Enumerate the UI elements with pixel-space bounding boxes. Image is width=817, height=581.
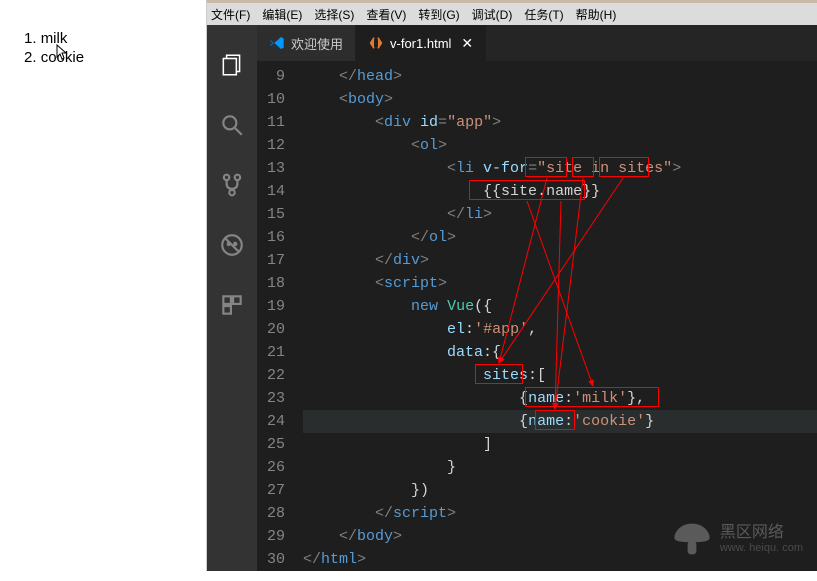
browser-output-panel: milk cookie — [0, 0, 207, 571]
code-content: </head> <body> <div id="app"> <ol> <li v… — [303, 61, 817, 571]
line-number: 20 — [257, 318, 285, 341]
debug-icon[interactable] — [218, 231, 246, 259]
html-file-icon — [368, 35, 384, 51]
line-number: 18 — [257, 272, 285, 295]
tab-label: 欢迎使用 — [291, 34, 343, 53]
line-number: 14 — [257, 180, 285, 203]
explorer-icon[interactable] — [218, 51, 246, 79]
line-number: 11 — [257, 111, 285, 134]
line-number: 15 — [257, 203, 285, 226]
line-number: 16 — [257, 226, 285, 249]
output-list: milk cookie — [16, 30, 190, 66]
menu-task[interactable]: 任务(T) — [524, 6, 563, 23]
line-number: 29 — [257, 525, 285, 548]
watermark-text: 黑区网络 — [720, 524, 803, 542]
line-number: 30 — [257, 548, 285, 571]
tab-welcome[interactable]: 欢迎使用 — [257, 25, 356, 61]
line-number: 28 — [257, 502, 285, 525]
line-gutter: 9 10 11 12 13 14 15 16 17 18 19 20 21 22… — [257, 61, 303, 571]
line-number: 27 — [257, 479, 285, 502]
activity-bar — [207, 25, 257, 571]
menu-debug[interactable]: 调试(D) — [472, 6, 513, 23]
line-number: 19 — [257, 295, 285, 318]
extensions-icon[interactable] — [218, 291, 246, 319]
close-icon[interactable]: ✕ — [461, 35, 473, 52]
vscode-logo-icon — [269, 35, 285, 51]
editor-tabs: 欢迎使用 v-for1.html ✕ — [257, 25, 817, 61]
code-editor[interactable]: 9 10 11 12 13 14 15 16 17 18 19 20 21 22… — [257, 61, 817, 571]
line-number: 17 — [257, 249, 285, 272]
line-number: 23 — [257, 387, 285, 410]
source-control-icon[interactable] — [218, 171, 246, 199]
line-number: 24 — [257, 410, 285, 433]
line-number: 26 — [257, 456, 285, 479]
menu-select[interactable]: 选择(S) — [314, 6, 354, 23]
line-number: 9 — [257, 65, 285, 88]
mushroom-icon — [670, 517, 714, 561]
line-number: 21 — [257, 341, 285, 364]
tab-label: v-for1.html — [390, 36, 451, 51]
list-item: milk — [24, 30, 190, 47]
watermark: 黑区网络 www. heiqu. com — [670, 517, 803, 561]
search-icon[interactable] — [218, 111, 246, 139]
list-item: cookie — [24, 49, 190, 66]
menu-bar: 文件(F) 编辑(E) 选择(S) 查看(V) 转到(G) 调试(D) 任务(T… — [207, 3, 817, 25]
mouse-cursor-icon — [56, 44, 70, 62]
menu-help[interactable]: 帮助(H) — [576, 6, 617, 23]
line-number: 22 — [257, 364, 285, 387]
menu-edit[interactable]: 编辑(E) — [262, 6, 302, 23]
vscode-window: 文件(F) 编辑(E) 选择(S) 查看(V) 转到(G) 调试(D) 任务(T… — [207, 0, 817, 571]
menu-goto[interactable]: 转到(G) — [418, 6, 459, 23]
line-number: 25 — [257, 433, 285, 456]
line-number: 10 — [257, 88, 285, 111]
watermark-url: www. heiqu. com — [720, 542, 803, 554]
menu-view[interactable]: 查看(V) — [366, 6, 406, 23]
line-number: 13 — [257, 157, 285, 180]
menu-file[interactable]: 文件(F) — [211, 6, 250, 23]
line-number: 12 — [257, 134, 285, 157]
tab-file[interactable]: v-for1.html ✕ — [356, 25, 486, 61]
